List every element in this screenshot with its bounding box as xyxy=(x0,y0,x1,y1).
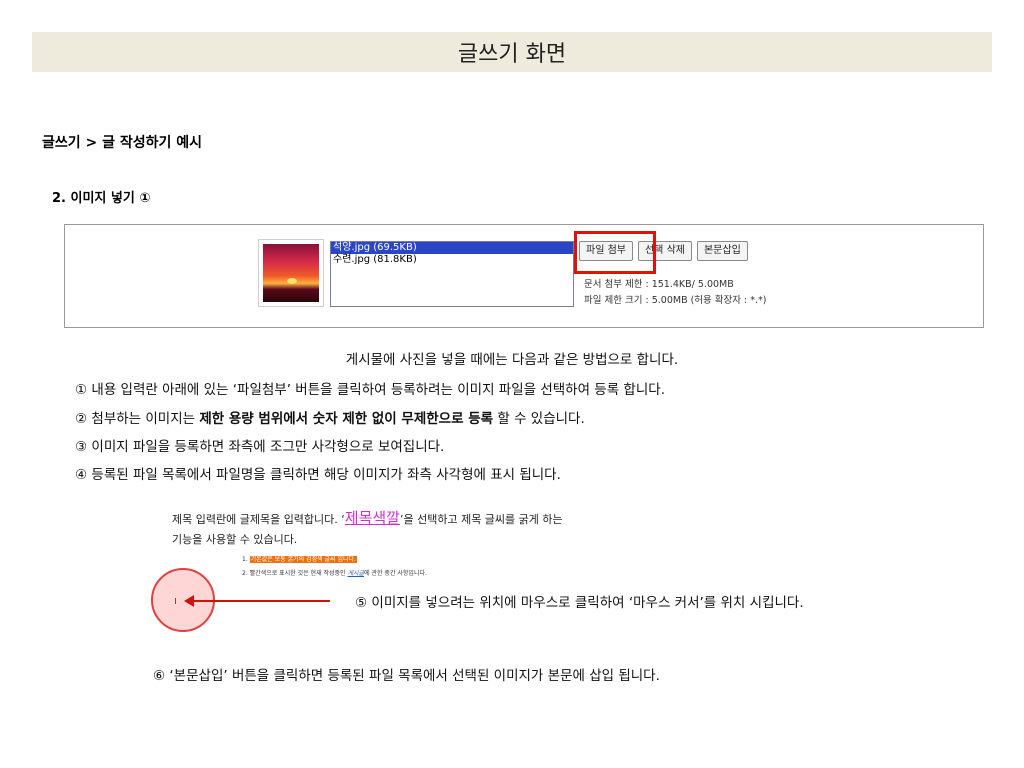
document-attach-limit: 문서 첨부 제한 : 151.4KB/ 5.00MB xyxy=(584,279,734,290)
instruction-step-1: ① 내용 입력란 아래에 있는 ‘파일첨부’ 버튼을 클릭하여 등록하려는 이미… xyxy=(75,382,665,398)
editor-note-1-highlight: 기본값은 보통 굵기의 검정색 글씨 입니다. xyxy=(249,556,357,563)
instruction-step-3: ③ 이미지 파일을 등록하면 좌측에 조그만 사각형으로 보여집니다. xyxy=(75,439,445,455)
pointer-arrow-line xyxy=(192,600,330,602)
text-cursor xyxy=(175,598,176,604)
instruction-step-2: ② 첨부하는 이미지는 제한 용량 범위에서 숫자 제한 없이 무제한으로 등록… xyxy=(75,407,585,427)
editor-note-2-link[interactable]: 게시글 xyxy=(348,570,365,577)
section-title: 2. 이미지 넣기 ① xyxy=(52,191,151,206)
page-title: 글쓰기 화면 xyxy=(457,42,567,67)
step-2-prefix: ② 첨부하는 이미지는 xyxy=(75,411,200,427)
title-color-link[interactable]: 제목색깔 xyxy=(345,509,400,527)
step-2-emphasis: 제한 용량 범위에서 숫자 제한 없이 무제한으로 등록 xyxy=(199,411,494,427)
editor-note-2-prefix: 2. 빨간색으로 표시한 것은 현재 작성중인 xyxy=(242,570,348,577)
file-list-item[interactable]: 수련.jpg (81.8KB) xyxy=(331,254,573,266)
instruction-step-4: ④ 등록된 파일 목록에서 파일명을 클릭하면 해당 이미지가 좌측 사각형에 … xyxy=(75,467,561,483)
editor-note-1-number: 1. xyxy=(242,556,248,563)
editor-note-2-suffix: 에 관한 중간 사항입니다. xyxy=(364,570,427,577)
editor-note-2: 2. 빨간색으로 표시한 것은 현재 작성중인 게시글에 관한 중간 사항입니다… xyxy=(242,568,427,577)
editor-note-1: 1. 기본값은 보통 굵기의 검정색 글씨 입니다. xyxy=(242,554,357,563)
sunset-image xyxy=(263,244,319,302)
attach-button-highlight xyxy=(574,231,656,274)
editor-sample: 제목 입력란에 글제목을 입력합니다. ‘제목색깔’을 선택하고 제목 글씨를 … xyxy=(172,508,563,550)
attached-file-list[interactable]: 석양.jpg (69.5KB) 수련.jpg (81.8KB) xyxy=(330,241,574,307)
instruction-step-5: ⑤ 이미지를 넣으려는 위치에 마우스로 클릭하여 ‘마우스 커서’를 위치 시… xyxy=(355,595,804,611)
editor-sample-line-2: 기능을 사용할 수 있습니다. xyxy=(172,533,298,546)
file-list-item[interactable]: 석양.jpg (69.5KB) xyxy=(331,242,573,254)
sun-shape xyxy=(287,278,297,284)
arrow-left-icon xyxy=(184,595,194,607)
image-preview-thumbnail xyxy=(258,239,324,307)
editor-sample-line-1: 제목 입력란에 글제목을 입력합니다. ‘제목색깔’을 선택하고 제목 글씨를 … xyxy=(172,508,563,529)
editor-line-1-suffix: ’을 선택하고 제목 글씨를 굵게 하는 xyxy=(399,513,563,526)
page-title-bar: 글쓰기 화면 xyxy=(32,32,992,72)
step-2-suffix: 할 수 있습니다. xyxy=(493,411,585,427)
file-size-limit: 파일 제한 크기 : 5.00MB (허용 확장자 : *.*) xyxy=(584,295,767,306)
file-uploader-panel: 석양.jpg (69.5KB) 수련.jpg (81.8KB) 파일 첨부 선택… xyxy=(64,224,984,328)
instruction-step-6: ⑥ ‘본문삽입’ 버튼을 클릭하면 등록된 파일 목록에서 선택된 이미지가 본… xyxy=(153,668,660,684)
insert-into-body-button[interactable]: 본문삽입 xyxy=(696,241,748,261)
breadcrumb: 글쓰기 > 글 작성하기 예시 xyxy=(42,135,203,151)
instruction-intro: 게시물에 사진을 넣을 때에는 다음과 같은 방법으로 합니다. xyxy=(345,352,679,368)
editor-line-1-prefix: 제목 입력란에 글제목을 입력합니다. ‘ xyxy=(172,513,345,526)
